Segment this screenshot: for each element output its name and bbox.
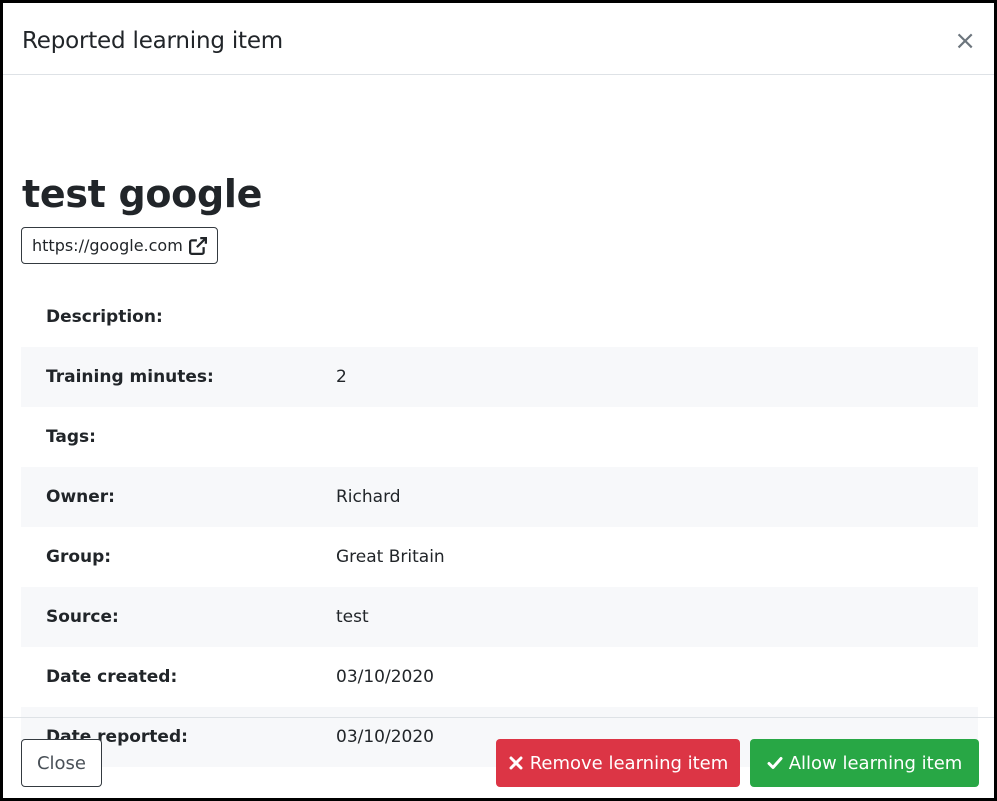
item-url-text: https://google.com bbox=[32, 236, 183, 255]
row-label: Tags: bbox=[46, 427, 96, 447]
table-row: Training minutes: 2 bbox=[21, 347, 978, 407]
modal-footer: Close Remove learning item Allow learnin… bbox=[3, 717, 994, 798]
close-button[interactable]: Close bbox=[21, 739, 102, 787]
row-value: 2 bbox=[336, 367, 347, 387]
row-label: Group: bbox=[46, 547, 112, 567]
table-row: Source: test bbox=[21, 587, 978, 647]
table-row: Date created: 03/10/2020 bbox=[21, 647, 978, 707]
row-value: Richard bbox=[336, 487, 401, 507]
row-label: Date created: bbox=[46, 667, 178, 687]
details-table: Description: Training minutes: 2 Tags: O… bbox=[21, 287, 978, 767]
table-row: Owner: Richard bbox=[21, 467, 978, 527]
table-row: Group: Great Britain bbox=[21, 527, 978, 587]
modal-header: Reported learning item × bbox=[3, 3, 994, 75]
row-value: test bbox=[336, 607, 369, 627]
row-label: Training minutes: bbox=[46, 367, 214, 387]
external-link-icon bbox=[188, 236, 207, 255]
row-value: 03/10/2020 bbox=[336, 667, 434, 687]
modal-title: Reported learning item bbox=[22, 28, 284, 54]
check-icon bbox=[767, 757, 783, 769]
close-icon[interactable]: × bbox=[954, 27, 976, 55]
reported-item-modal: Reported learning item × test google htt… bbox=[3, 3, 994, 798]
row-label: Description: bbox=[46, 307, 163, 327]
remove-learning-item-button[interactable]: Remove learning item bbox=[496, 739, 740, 787]
close-button-label: Close bbox=[36, 752, 87, 774]
table-row: Tags: bbox=[21, 407, 978, 467]
allow-button-label: Allow learning item bbox=[788, 752, 963, 774]
row-value: Great Britain bbox=[336, 547, 445, 567]
item-title: test google bbox=[22, 172, 263, 216]
row-label: Owner: bbox=[46, 487, 115, 507]
table-row: Description: bbox=[21, 287, 978, 347]
remove-button-label: Remove learning item bbox=[529, 752, 729, 774]
item-url-link[interactable]: https://google.com bbox=[21, 227, 218, 264]
row-label: Source: bbox=[46, 607, 119, 627]
times-icon bbox=[509, 756, 523, 770]
allow-learning-item-button[interactable]: Allow learning item bbox=[750, 739, 979, 787]
